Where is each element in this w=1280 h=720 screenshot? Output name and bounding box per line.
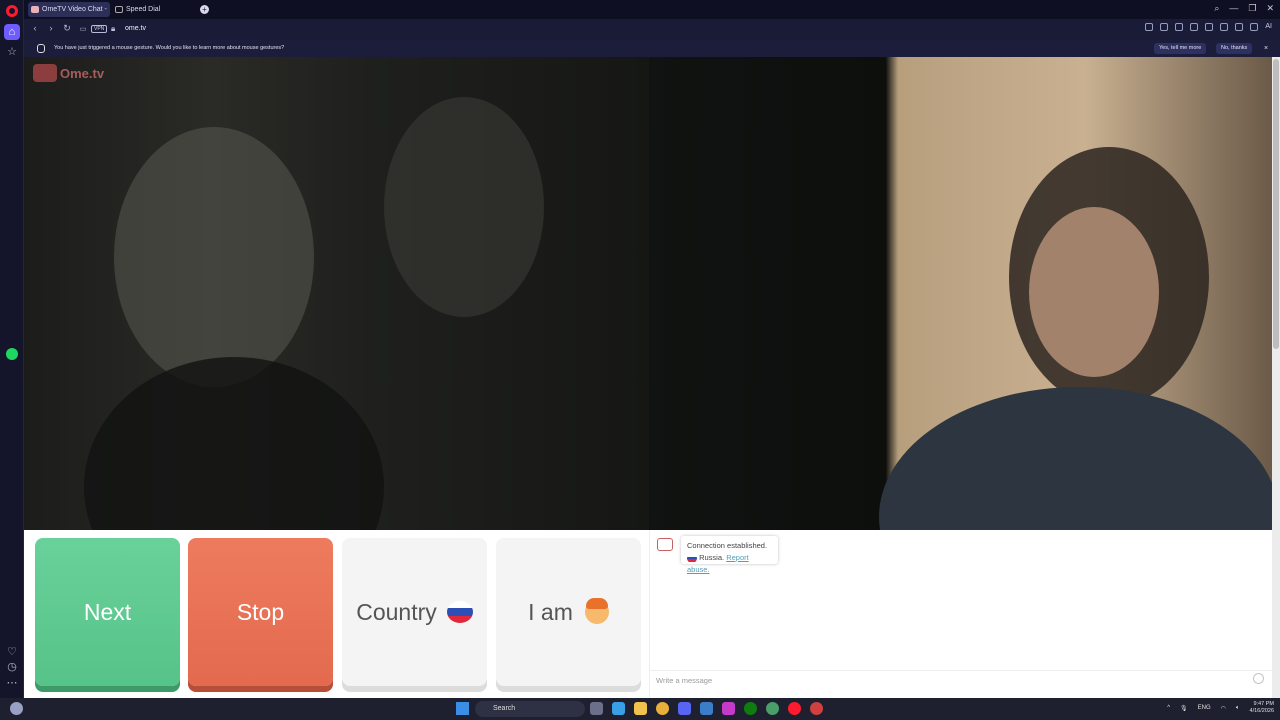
address-bar-tools: AI xyxy=(1145,23,1272,31)
microphone-icon[interactable]: 🎙︎ xyxy=(1180,705,1188,712)
date: 4/16/2026 xyxy=(1249,708,1274,714)
forward-icon[interactable]: › xyxy=(45,23,57,33)
ometv-favicon-icon xyxy=(31,6,39,13)
close-window-icon[interactable]: ✕ xyxy=(1266,3,1274,14)
edit-icon[interactable] xyxy=(1145,23,1154,31)
self-shirt-silhouette xyxy=(879,387,1272,530)
history-icon[interactable]: ◷ xyxy=(4,659,20,675)
minimize-icon[interactable]: — xyxy=(1229,3,1238,14)
tray-chevron-icon[interactable]: ^ xyxy=(1167,705,1170,711)
copilot-icon[interactable] xyxy=(612,702,625,715)
tab-ometv[interactable]: OmeTV Video Chat - xyxy=(28,2,110,17)
spotify-icon[interactable] xyxy=(6,348,18,360)
taskbar-apps xyxy=(590,702,823,715)
chrome-icon[interactable] xyxy=(656,702,669,715)
self-video xyxy=(649,57,1272,530)
windows-taskbar: Search ^ 🎙︎ ENG ◠ 🔈︎ 9:47 PM 4/16/2026 xyxy=(0,698,1280,720)
russia-flag-icon xyxy=(687,553,697,563)
file-explorer-icon[interactable] xyxy=(634,702,647,715)
home-icon[interactable]: ⌂ xyxy=(4,24,20,40)
country-name: Russia. xyxy=(699,553,725,562)
bookmark-icon[interactable]: ☆ xyxy=(4,44,20,60)
partner-country: Russia. Report abuse. xyxy=(687,552,772,576)
camera-icon[interactable]: ▭ xyxy=(77,25,89,33)
emoji-icon[interactable] xyxy=(1253,673,1264,684)
store-icon[interactable] xyxy=(700,702,713,715)
clock[interactable]: 9:47 PM 4/16/2026 xyxy=(1250,701,1274,715)
tab-label: Speed Dial xyxy=(126,6,161,13)
easy-setup-icon[interactable] xyxy=(1220,23,1229,31)
system-message: Connection established. Russia. Report a… xyxy=(681,536,778,574)
mouse-icon xyxy=(37,44,45,53)
boy-avatar-icon xyxy=(584,598,609,624)
ometv-logo-icon xyxy=(33,64,57,82)
close-icon[interactable]: × xyxy=(1264,40,1268,57)
time: 9:47 PM xyxy=(1253,701,1274,707)
task-view-icon[interactable] xyxy=(590,702,603,715)
window-controls: ⌕ — ❐ ✕ xyxy=(1214,3,1274,14)
stop-button[interactable]: Stop xyxy=(188,538,333,686)
ometv-logo-text: Ome.tv xyxy=(60,66,105,81)
snapshot-icon[interactable] xyxy=(1160,23,1169,31)
chat-panel: Connection established. Russia. Report a… xyxy=(649,530,1273,698)
country-button[interactable]: Country xyxy=(342,538,487,686)
speed-dial-icon xyxy=(115,6,123,13)
search-tabs-icon[interactable]: ⌕ xyxy=(1214,3,1219,14)
vpn-badge[interactable]: VPN xyxy=(91,25,108,33)
language-indicator[interactable]: ENG xyxy=(1198,705,1211,711)
profile-icon[interactable] xyxy=(1235,23,1244,31)
tab-label: OmeTV Video Chat - xyxy=(42,6,107,13)
windows-start-icon[interactable] xyxy=(456,702,469,715)
extensions-icon[interactable] xyxy=(1250,23,1259,31)
restore-icon[interactable]: ❐ xyxy=(1248,3,1256,14)
volume-icon[interactable]: 🔈︎ xyxy=(1236,705,1240,712)
no-thanks-button[interactable]: No, thanks xyxy=(1216,43,1253,54)
opera-gx-icon[interactable] xyxy=(810,702,823,715)
opera-icon[interactable] xyxy=(788,702,801,715)
new-tab-button[interactable]: + xyxy=(200,5,209,14)
connection-status: Connection established. xyxy=(687,541,768,550)
reload-icon[interactable]: ↻ xyxy=(61,23,73,34)
taskbar-search[interactable]: Search xyxy=(475,701,585,717)
tab-speed-dial[interactable]: Speed Dial xyxy=(112,2,192,17)
ometv-chat-logo-icon xyxy=(657,538,673,551)
back-icon[interactable]: ‹ xyxy=(29,23,41,33)
lock-icon[interactable]: 🔒︎ xyxy=(111,24,115,34)
stranger-body-silhouette xyxy=(84,357,384,530)
url-field[interactable]: ome.tv xyxy=(125,25,146,32)
widgets-icon[interactable] xyxy=(10,702,23,715)
more-icon[interactable]: ⋯ xyxy=(4,675,20,691)
country-label: Country xyxy=(356,598,437,625)
opera-sidebar: ⌂ ☆ ♡ ◷ ⋯ xyxy=(0,0,24,698)
notification-text: You have just triggered a mouse gesture.… xyxy=(54,45,285,51)
ad-block-icon[interactable] xyxy=(1175,23,1184,31)
chrome-profile-icon[interactable] xyxy=(766,702,779,715)
app-icon[interactable] xyxy=(722,702,735,715)
player-icon[interactable] xyxy=(1190,23,1199,31)
system-tray: ^ 🎙︎ ENG ◠ 🔈︎ 9:47 PM 4/16/2026 xyxy=(1167,701,1274,715)
heart-icon[interactable] xyxy=(1205,23,1214,31)
stranger-video: Ome.tv xyxy=(24,57,649,530)
message-input[interactable]: Write a message xyxy=(650,670,1273,689)
opera-logo-icon[interactable] xyxy=(6,5,18,17)
aria-ai-button[interactable]: AI xyxy=(1265,23,1272,31)
tab-bar: OmeTV Video Chat - Speed Dial + ⌕ — ❐ ✕ xyxy=(24,0,1280,19)
yes-tell-me-more-button[interactable]: Yes, tell me more xyxy=(1154,43,1207,54)
xbox-icon[interactable] xyxy=(744,702,757,715)
ometv-page: Ome.tv Next Stop Country I am Connection… xyxy=(24,57,1273,698)
self-face-silhouette xyxy=(1029,207,1159,377)
scrollbar-thumb[interactable] xyxy=(1273,59,1279,349)
stranger-face-silhouette xyxy=(114,127,314,387)
next-button[interactable]: Next xyxy=(35,538,180,686)
wifi-icon[interactable]: ◠ xyxy=(1221,705,1226,712)
i-am-button[interactable]: I am xyxy=(496,538,641,686)
discord-icon[interactable] xyxy=(678,702,691,715)
russia-flag-icon xyxy=(446,601,473,623)
i-am-label: I am xyxy=(528,598,573,625)
address-bar: ‹ › ↻ ▭ VPN 🔒︎ ome.tv AI xyxy=(24,19,1280,40)
heart-icon[interactable]: ♡ xyxy=(4,644,20,660)
search-label: Search xyxy=(493,705,516,712)
mouse-gesture-notification: You have just triggered a mouse gesture.… xyxy=(24,40,1280,57)
second-person-silhouette xyxy=(384,97,544,317)
